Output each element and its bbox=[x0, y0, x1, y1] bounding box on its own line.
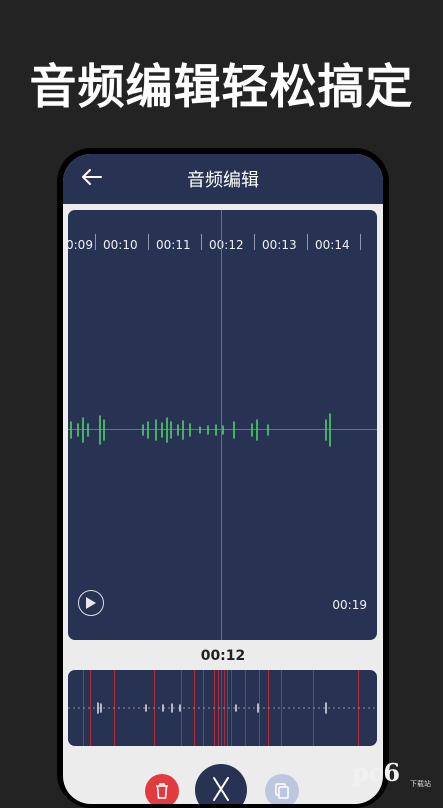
trash-icon bbox=[156, 783, 168, 799]
copy-button[interactable] bbox=[265, 774, 299, 804]
timeline-label: 0:09 bbox=[68, 238, 93, 252]
app-bar: 音频编辑 bbox=[63, 154, 383, 204]
promo-banner-title: 音频编辑轻松搞定 bbox=[29, 60, 414, 115]
current-time: 00:12 bbox=[200, 648, 246, 664]
timeline-tick bbox=[95, 234, 96, 250]
edit-controls bbox=[63, 754, 383, 804]
timeline-label: 00:14 bbox=[315, 238, 350, 252]
watermark-logo: pc6 bbox=[352, 758, 401, 787]
watermark-caption: 下载站 bbox=[410, 780, 431, 788]
timeline-label: 00:12 bbox=[209, 238, 244, 252]
copy-icon bbox=[275, 783, 289, 799]
waveform-overview[interactable] bbox=[68, 670, 377, 746]
timeline-tick bbox=[360, 234, 361, 250]
timeline-ruler[interactable]: 0:09 00:10 00:11 00:12 00:13 00:14 bbox=[68, 230, 377, 260]
delete-button[interactable] bbox=[145, 774, 179, 804]
waveform-editor[interactable]: 0:09 00:10 00:11 00:12 00:13 00:14 00:19 bbox=[68, 210, 377, 640]
playhead-line[interactable] bbox=[221, 210, 222, 640]
timeline-tick bbox=[307, 234, 308, 250]
overview-waveform bbox=[68, 702, 377, 714]
scissors-icon bbox=[213, 777, 229, 801]
timeline-label: 00:13 bbox=[262, 238, 297, 252]
timeline-tick bbox=[148, 234, 149, 250]
timeline-tick bbox=[201, 234, 202, 250]
app-screen: 音频编辑 0:09 00:10 00:11 00:12 00:13 00:14 bbox=[63, 154, 383, 804]
timeline-label: 00:10 bbox=[103, 238, 138, 252]
cut-button[interactable] bbox=[195, 764, 247, 804]
timeline-label: 00:11 bbox=[156, 238, 191, 252]
timeline-tick bbox=[254, 234, 255, 250]
page-title: 音频编辑 bbox=[187, 170, 259, 191]
audio-waveform bbox=[70, 413, 331, 447]
play-icon[interactable] bbox=[78, 590, 104, 616]
total-duration: 00:19 bbox=[332, 598, 367, 612]
